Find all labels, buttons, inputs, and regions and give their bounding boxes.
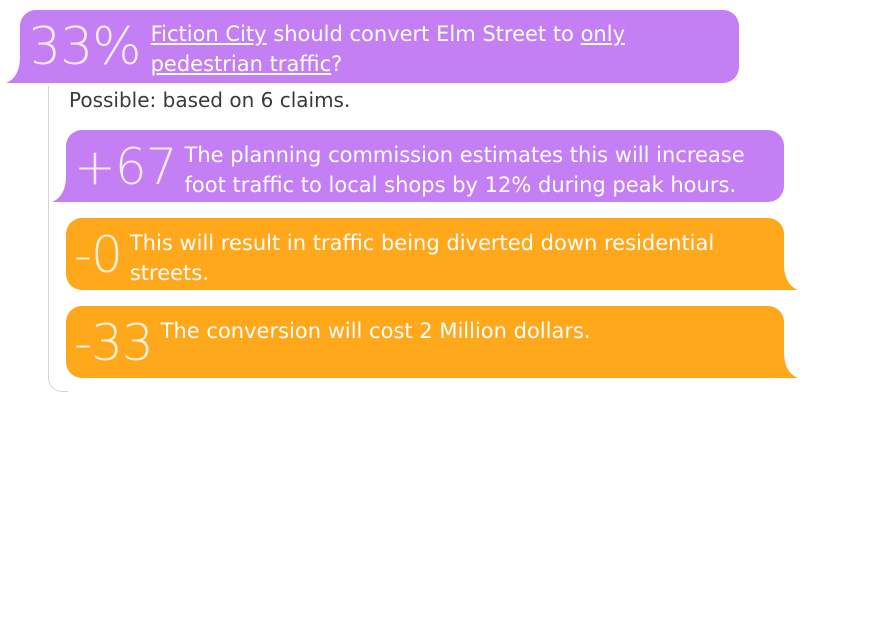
link-fiction-city[interactable]: Fiction City (151, 22, 267, 46)
bubble-tail-right-icon (770, 264, 798, 290)
thread-connector-line (48, 86, 68, 392)
main-claim-text: Fiction City should convert Elm Street t… (151, 19, 671, 79)
main-claim-bubble[interactable]: 33% Fiction City should convert Elm Stre… (6, 10, 739, 83)
reason-score: +67 (74, 138, 178, 196)
reason-text: This will result in traffic being divert… (129, 231, 715, 285)
reason-score: -33 (74, 314, 154, 372)
reason-text: The conversion will cost 2 Million dolla… (160, 319, 591, 343)
bubble-tail-left-icon (6, 57, 34, 83)
reason-score: -0 (74, 226, 123, 284)
reason-bubble-con[interactable]: -33 The conversion will cost 2 Million d… (66, 306, 798, 378)
bubble-tail-right-icon (770, 352, 798, 378)
reason-bubble-pro[interactable]: +67 The planning commission estimates th… (52, 130, 784, 202)
reason-text: The planning commission estimates this w… (184, 143, 745, 197)
main-claim-score: 33% (28, 17, 142, 77)
reason-bubble-con[interactable]: -0 This will result in traffic being div… (66, 218, 798, 290)
claim-summary: Possible: based on 6 claims. (69, 88, 351, 112)
claim-page: 33% Fiction City should convert Elm Stre… (0, 0, 880, 618)
main-claim-text-part: ? (331, 52, 343, 76)
bubble-tail-left-icon (52, 176, 80, 202)
main-claim-text-part: should convert Elm Street to (266, 22, 581, 46)
